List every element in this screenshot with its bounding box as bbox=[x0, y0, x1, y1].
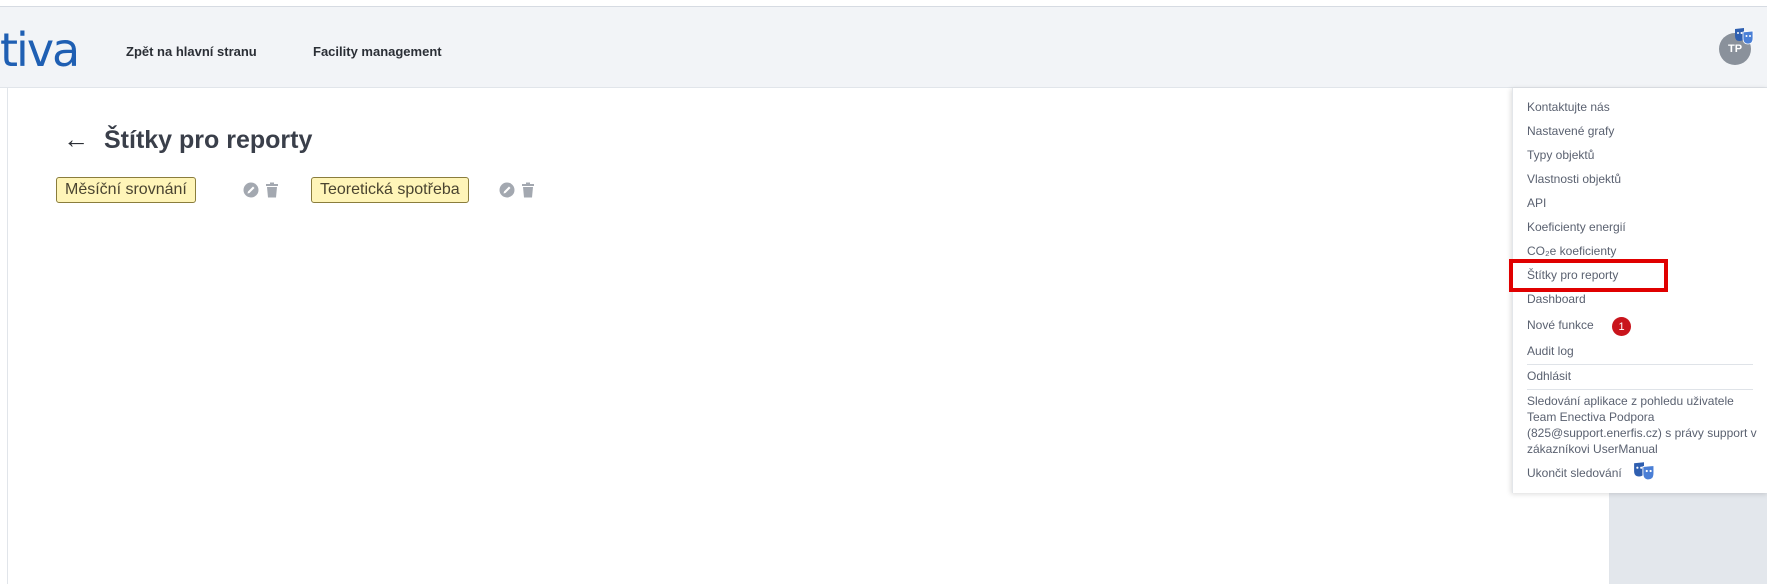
menu-divider bbox=[1527, 364, 1753, 365]
edit-icon[interactable] bbox=[243, 182, 259, 198]
menu-item-contact[interactable]: Kontaktujte nás bbox=[1527, 100, 1610, 114]
report-tag[interactable]: Měsíční srovnání bbox=[56, 177, 196, 203]
menu-item-api[interactable]: API bbox=[1527, 196, 1546, 210]
top-navbar: tiva Zpět na hlavní stranu Facility mana… bbox=[0, 7, 1767, 88]
menu-divider bbox=[1527, 389, 1753, 390]
back-arrow-icon[interactable]: ← bbox=[63, 124, 89, 154]
menu-item-logout[interactable]: Odhlásit bbox=[1527, 369, 1571, 383]
menu-item-dashboard[interactable]: Dashboard bbox=[1527, 292, 1586, 306]
trash-icon[interactable] bbox=[264, 182, 280, 198]
highlight-frame bbox=[1509, 259, 1668, 292]
notification-badge: 1 bbox=[1612, 317, 1631, 336]
menu-item-object-types[interactable]: Typy objektů bbox=[1527, 148, 1594, 162]
page-title: Štítky pro reporty bbox=[104, 126, 313, 154]
facility-management-link[interactable]: Facility management bbox=[313, 44, 442, 59]
menu-item-audit-log[interactable]: Audit log bbox=[1527, 344, 1574, 358]
menu-item-object-properties[interactable]: Vlastnosti objektů bbox=[1527, 172, 1621, 186]
menu-item-new-features[interactable]: Nové funkce bbox=[1527, 318, 1594, 332]
brand-logo[interactable]: tiva bbox=[0, 27, 80, 73]
content-card bbox=[7, 88, 1610, 584]
theater-mask-icon bbox=[1735, 28, 1754, 45]
theater-mask-icon[interactable] bbox=[1633, 461, 1655, 481]
back-to-home-link[interactable]: Zpět na hlavní stranu bbox=[126, 44, 257, 59]
report-tag[interactable]: Teoretická spotřeba bbox=[311, 177, 469, 203]
menu-item-energy-coefficients[interactable]: Koeficienty energií bbox=[1527, 220, 1626, 234]
impersonation-info: Sledování aplikace z pohledu uživatele T… bbox=[1527, 394, 1757, 456]
menu-item-end-impersonation[interactable]: Ukončit sledování bbox=[1527, 466, 1622, 480]
menu-item-saved-charts[interactable]: Nastavené grafy bbox=[1527, 124, 1614, 138]
trash-icon[interactable] bbox=[520, 182, 536, 198]
edit-icon[interactable] bbox=[499, 182, 515, 198]
menu-item-co2-coefficients[interactable]: CO₂e koeficienty bbox=[1527, 244, 1616, 258]
